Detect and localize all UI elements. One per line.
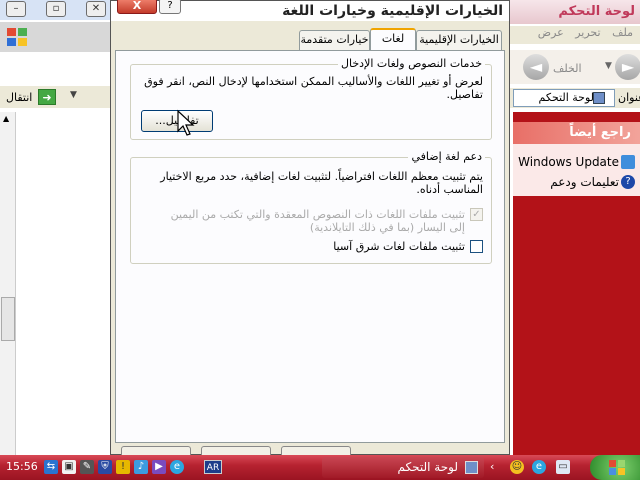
- display-icon[interactable]: ▣: [62, 460, 76, 474]
- menu-file[interactable]: ملف: [612, 26, 633, 39]
- east-asian-option: تثبيت ملفات لغات شرق آسيا: [163, 240, 483, 253]
- chevron-left-icon[interactable]: ‹: [490, 460, 494, 473]
- tab-panel: خدمات النصوص ولغات الإدخال لعرض أو تغيير…: [115, 50, 505, 443]
- go-arrow-icon[interactable]: ➜: [38, 89, 56, 105]
- taskbar-button-control-panel[interactable]: لوحة التحكم: [322, 457, 484, 478]
- chevron-down-icon[interactable]: ▼: [70, 90, 77, 100]
- back-button[interactable]: ◄: [523, 54, 549, 80]
- desktop-icon[interactable]: ▭: [556, 460, 570, 474]
- see-also-item-label: تعليمات ودعم: [550, 175, 619, 189]
- control-panel-window: لوحة التحكم ملف تحرير عرض ◄ الخلف ▼ ► لو…: [508, 0, 640, 455]
- see-also-body: Windows Update ? تعليمات ودعم: [513, 144, 640, 196]
- menu-view[interactable]: عرض: [538, 26, 564, 39]
- east-asian-label: تثبيت ملفات لغات شرق آسيا: [333, 240, 465, 253]
- windows-update-icon: [621, 155, 635, 169]
- task-pane: راجع أيضاً Windows Update ? تعليمات ودعم: [513, 112, 640, 455]
- help-icon: ?: [621, 175, 635, 189]
- group-description: يتم تثبيت معظم اللغات افتراضياً. لتثبيت …: [160, 170, 483, 196]
- menu-edit[interactable]: تحرير: [575, 26, 600, 39]
- windows-logo-icon: [7, 28, 27, 46]
- background-window-toolbar: [0, 22, 110, 52]
- control-panel-icon: [465, 461, 478, 474]
- scrollbar[interactable]: ▲: [0, 112, 16, 455]
- clock: 15:56: [6, 460, 38, 473]
- supplemental-language-group: دعم لغة إضافي يتم تثبيت معظم اللغات افتر…: [130, 150, 492, 264]
- tab-languages[interactable]: لغات: [370, 28, 416, 51]
- restore-icon[interactable]: ▫: [46, 1, 66, 17]
- address-label: عنوان: [618, 91, 640, 104]
- mouse-cursor-icon: [177, 109, 195, 136]
- see-also-header[interactable]: راجع أيضاً: [513, 122, 640, 144]
- go-label[interactable]: انتقال: [6, 91, 32, 104]
- control-panel-icon: [593, 92, 605, 104]
- messenger-icon[interactable]: ☺: [510, 460, 524, 474]
- chevron-down-icon[interactable]: ▼: [605, 61, 612, 71]
- windows-logo-icon: [609, 460, 625, 475]
- tab-regional-options[interactable]: الخيارات الإقليمية: [416, 30, 502, 50]
- taskbar: 15:56 ⇆ ▣ ✎ ⛨ ! ♪ ▶ e AR لوحة التحكم ‹ ☺…: [0, 455, 640, 480]
- media-icon[interactable]: ▶: [152, 460, 166, 474]
- navigation-toolbar: ◄ الخلف ▼ ►: [509, 50, 640, 84]
- background-window-address-bar: انتقال ➜ ▼: [0, 86, 110, 108]
- taskbar-button-label: لوحة التحكم: [397, 460, 459, 474]
- control-panel-titlebar: لوحة التحكم: [509, 0, 640, 24]
- complex-script-option: ✓ تثبيت ملفات اللغات ذات النصوص المعقدة …: [163, 208, 483, 234]
- tab-advanced[interactable]: خيارات متقدمة: [299, 30, 370, 50]
- browser-icon[interactable]: e: [532, 460, 546, 474]
- minimize-icon[interactable]: –: [6, 1, 26, 17]
- warning-icon[interactable]: !: [116, 460, 130, 474]
- group-title: خدمات النصوص ولغات الإدخال: [338, 57, 485, 70]
- complex-script-label: تثبيت ملفات اللغات ذات النصوص المعقدة وا…: [170, 208, 465, 234]
- address-bar: لوحة التحكم عنوان: [509, 88, 640, 108]
- address-value: لوحة التحكم: [538, 91, 594, 104]
- scrollbar-thumb[interactable]: [1, 297, 15, 341]
- group-title: دعم لغة إضافي: [408, 150, 485, 163]
- see-also-item-windows-update[interactable]: Windows Update: [518, 152, 635, 172]
- start-button[interactable]: [590, 455, 640, 480]
- dialog-titlebar: X ? الخيارات الإقليمية وخيارات اللغة: [111, 0, 509, 21]
- volume-icon[interactable]: ♪: [134, 460, 148, 474]
- scroll-up-icon[interactable]: ▲: [3, 114, 9, 123]
- network-icon[interactable]: ⇆: [44, 460, 58, 474]
- background-window: – ▫ ✕ انتقال ➜ ▼ ▲: [0, 0, 110, 455]
- window-title: لوحة التحكم: [558, 4, 635, 19]
- back-label: الخلف: [553, 62, 582, 75]
- close-icon[interactable]: ✕: [86, 1, 106, 17]
- tool-icon[interactable]: ✎: [80, 460, 94, 474]
- language-indicator[interactable]: AR: [204, 460, 222, 474]
- see-also-item-help[interactable]: ? تعليمات ودعم: [550, 172, 635, 192]
- close-button[interactable]: X: [117, 0, 157, 14]
- help-button[interactable]: ?: [159, 0, 181, 14]
- internet-icon[interactable]: e: [170, 460, 184, 474]
- background-window-titlebar: – ▫ ✕: [0, 0, 110, 20]
- east-asian-checkbox[interactable]: [470, 240, 483, 253]
- forward-button[interactable]: ►: [615, 54, 640, 80]
- dialog-title: الخيارات الإقليمية وخيارات اللغة: [282, 3, 503, 19]
- menu-bar: ملف تحرير عرض: [509, 26, 640, 44]
- see-also-item-label: Windows Update: [518, 155, 619, 169]
- complex-script-checkbox[interactable]: ✓: [470, 208, 483, 221]
- group-description: لعرض أو تغيير اللغات والأساليب الممكن اس…: [144, 75, 483, 101]
- regional-language-dialog: X ? الخيارات الإقليمية وخيارات اللغة الخ…: [110, 0, 510, 458]
- security-icon[interactable]: ⛨: [98, 460, 112, 474]
